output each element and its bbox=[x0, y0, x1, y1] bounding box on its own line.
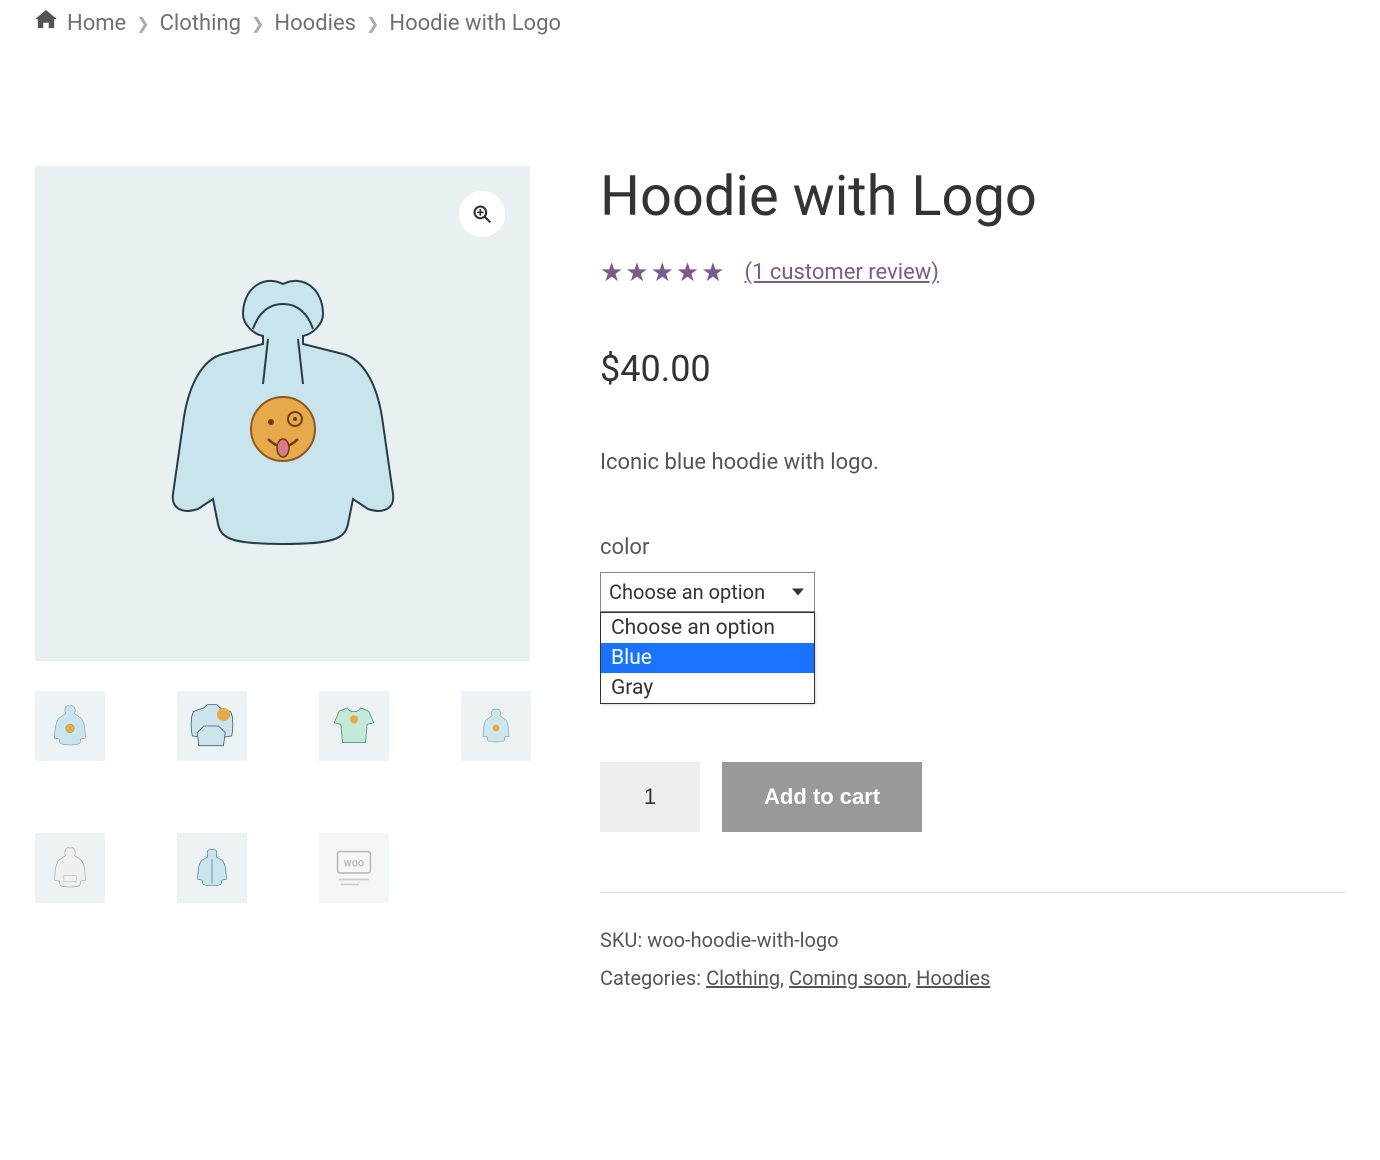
chevron-right-icon: ❯ bbox=[136, 14, 149, 33]
categories-row: Categories: Clothing, Coming soon, Hoodi… bbox=[600, 959, 1345, 997]
thumbnail-4[interactable] bbox=[461, 691, 531, 761]
chevron-right-icon: ❯ bbox=[366, 14, 379, 33]
product-title: Hoodie with Logo bbox=[600, 166, 1345, 228]
product-description: Iconic blue hoodie with logo. bbox=[600, 450, 1345, 475]
home-icon[interactable] bbox=[35, 10, 57, 36]
categories-label: Categories: bbox=[600, 966, 706, 990]
color-select-wrap: Choose an option Choose an option Blue G… bbox=[600, 572, 815, 612]
category-coming-soon[interactable]: Coming soon bbox=[789, 966, 907, 990]
star-rating: ★★★★★ bbox=[600, 258, 727, 288]
sku-label: SKU: bbox=[600, 928, 647, 952]
breadcrumb-clothing[interactable]: Clothing bbox=[160, 11, 241, 36]
add-to-cart-row: Add to cart bbox=[600, 762, 1345, 832]
breadcrumb-hoodies[interactable]: Hoodies bbox=[274, 11, 356, 36]
rating-row: ★★★★★ (1 customer review) bbox=[600, 258, 1345, 288]
product-meta: SKU: woo-hoodie-with-logo Categories: Cl… bbox=[600, 892, 1345, 997]
breadcrumb-current: Hoodie with Logo bbox=[389, 11, 561, 36]
chevron-right-icon: ❯ bbox=[251, 14, 264, 33]
color-dropdown: Choose an option Blue Gray bbox=[600, 612, 815, 704]
sku-row: SKU: woo-hoodie-with-logo bbox=[600, 921, 1345, 959]
svg-text:WOO: WOO bbox=[344, 859, 364, 869]
breadcrumb-home[interactable]: Home bbox=[67, 11, 126, 36]
color-select[interactable]: Choose an option bbox=[600, 572, 815, 612]
category-clothing[interactable]: Clothing bbox=[706, 966, 780, 990]
color-select-value: Choose an option bbox=[609, 580, 765, 604]
color-option-blue[interactable]: Blue bbox=[601, 643, 814, 673]
thumbnail-6[interactable] bbox=[177, 833, 247, 903]
color-option-gray[interactable]: Gray bbox=[601, 673, 814, 703]
product-price: $40.00 bbox=[600, 348, 1345, 390]
thumbnail-2[interactable] bbox=[177, 691, 247, 761]
color-option-default[interactable]: Choose an option bbox=[601, 613, 814, 643]
zoom-icon[interactable] bbox=[459, 191, 505, 237]
thumbnail-3[interactable] bbox=[319, 691, 389, 761]
product-summary: Hoodie with Logo ★★★★★ (1 customer revie… bbox=[600, 166, 1345, 997]
thumbnail-7[interactable]: WOO bbox=[319, 833, 389, 903]
quantity-input[interactable] bbox=[600, 762, 700, 832]
product-gallery: WOO bbox=[35, 166, 530, 997]
thumbnail-1[interactable] bbox=[35, 691, 105, 761]
main-product-image[interactable] bbox=[35, 166, 530, 661]
category-hoodies[interactable]: Hoodies bbox=[916, 966, 990, 990]
review-link[interactable]: (1 customer review) bbox=[745, 260, 939, 285]
breadcrumb: Home ❯ Clothing ❯ Hoodies ❯ Hoodie with … bbox=[35, 10, 1345, 36]
sku-value: woo-hoodie-with-logo bbox=[647, 928, 838, 952]
add-to-cart-button[interactable]: Add to cart bbox=[722, 762, 922, 832]
thumbnail-grid: WOO bbox=[35, 691, 530, 903]
thumbnail-5[interactable] bbox=[35, 833, 105, 903]
variation-label-color: color bbox=[600, 535, 1345, 560]
